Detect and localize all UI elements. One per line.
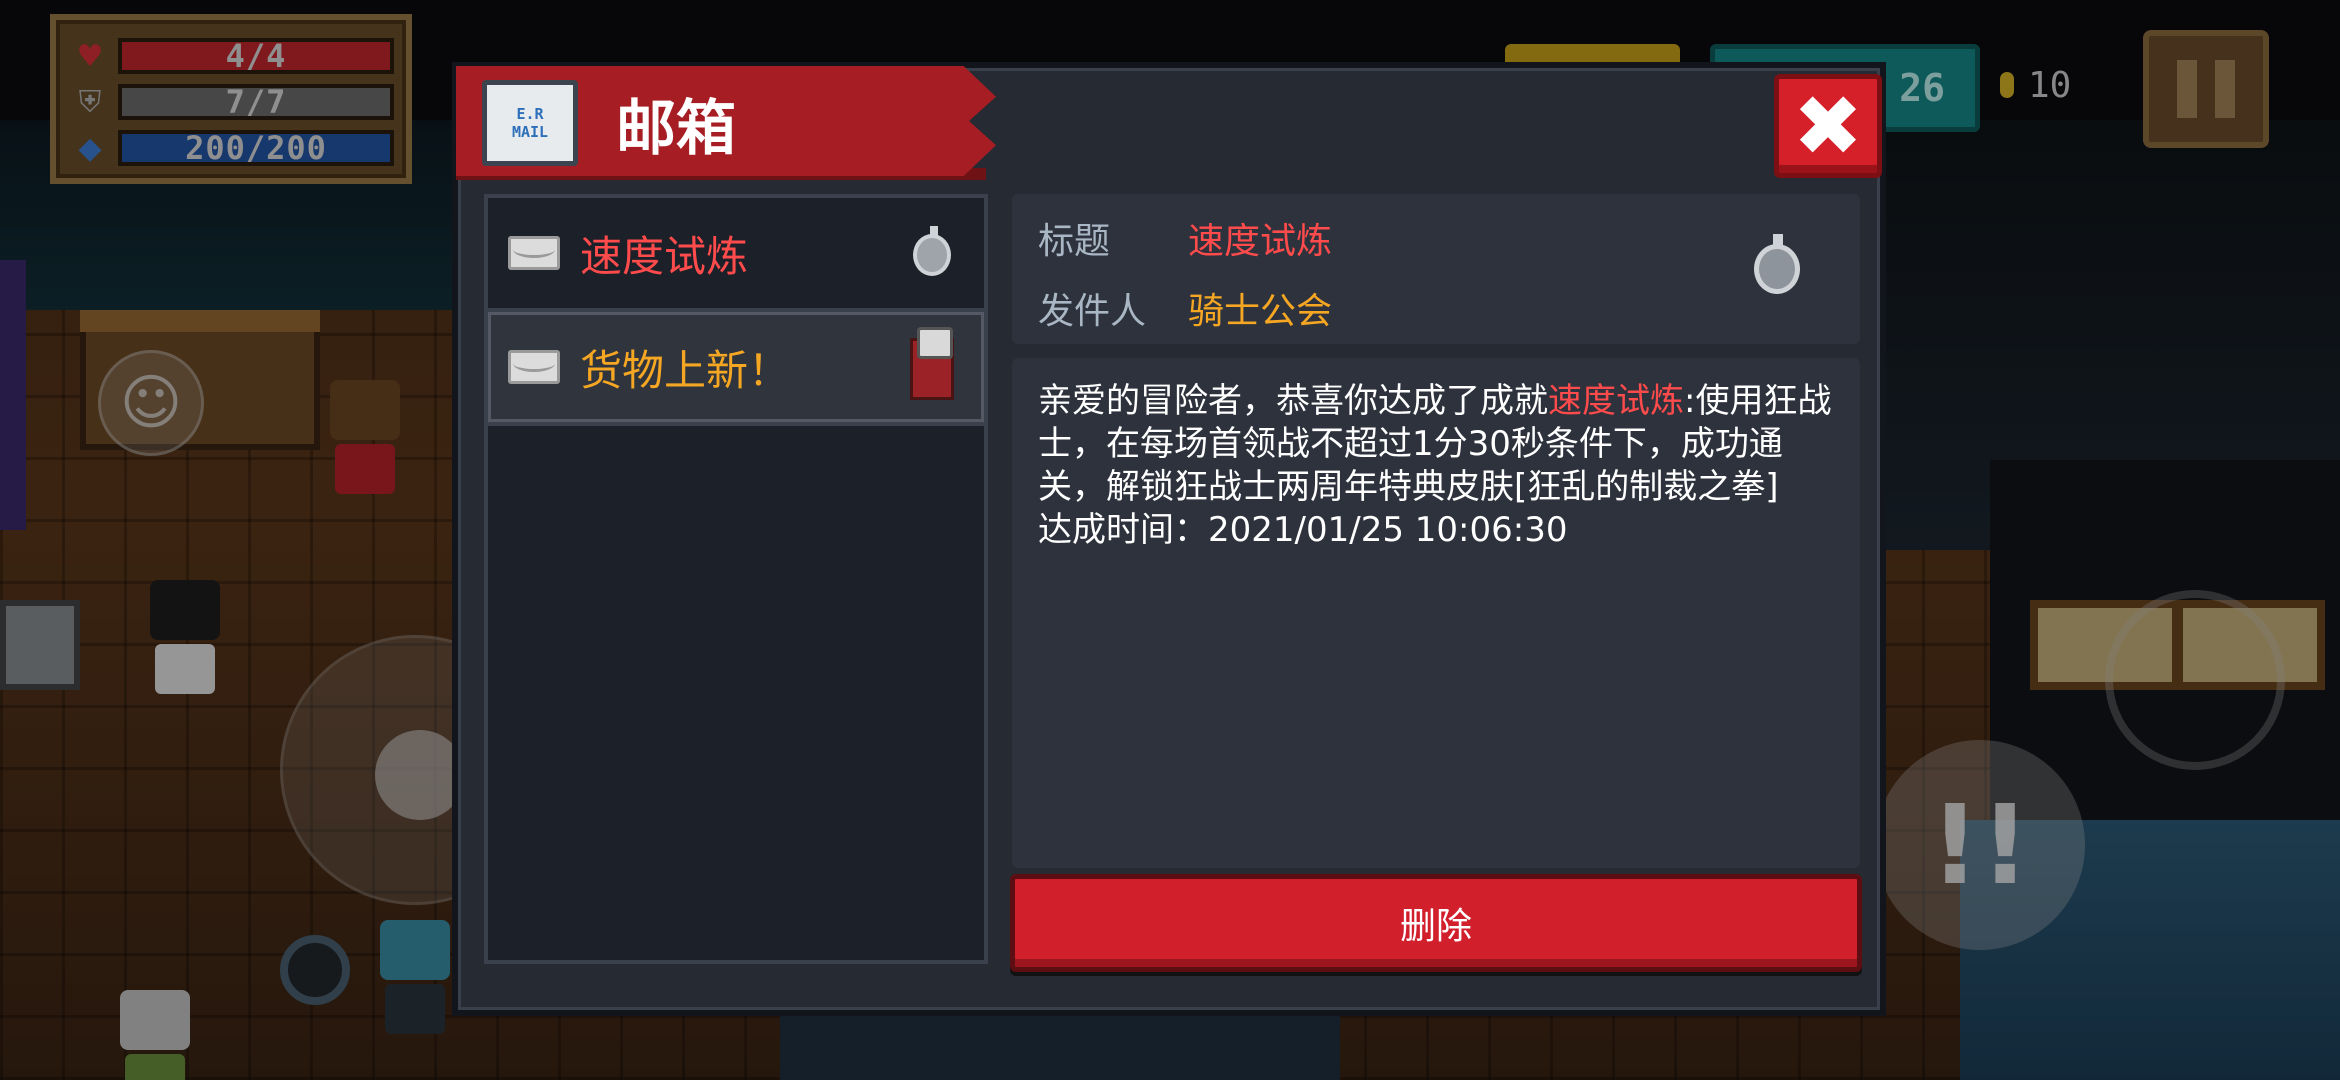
mail-item-thumb [902, 327, 962, 404]
opened-envelope-icon [508, 350, 560, 384]
mail-body-text: 亲爱的冒险者，恭喜你达成了成就 [1038, 381, 1548, 421]
delete-button[interactable]: 删除 [1010, 874, 1862, 972]
mail-icon-text: E.R [516, 105, 544, 123]
sender-value: 骑士公会 [1188, 291, 1333, 332]
mail-detail-header: 标题 速度试炼 发件人 骑士公会 [1012, 194, 1860, 344]
sender-label: 发件人 [1038, 291, 1147, 332]
achieved-time: 2021/01/25 10:06:30 [1208, 510, 1568, 550]
mailbox-dialog: E.R MAIL 邮箱 ✖ 速度试炼 货物上新！ 标题 速度试炼 发件人 骑士公… [452, 62, 1886, 1016]
close-button[interactable]: ✖ [1774, 74, 1882, 178]
subject-label: 标题 [1038, 221, 1111, 262]
mailbox-title: 邮箱 [616, 93, 736, 164]
mail-item-speed-trial[interactable]: 速度试炼 [488, 198, 984, 312]
mail-body: 亲爱的冒险者，恭喜你达成了成就速度试炼:使用狂战士，在每场首领战不超过1分30秒… [1012, 358, 1860, 868]
mail-item-title: 速度试炼 [580, 231, 749, 281]
mail-item-title: 货物上新！ [580, 345, 791, 395]
stopwatch-icon [913, 226, 951, 276]
mail-icon-text: MAIL [511, 123, 549, 141]
mail-item-new-goods[interactable]: 货物上新！ [488, 312, 984, 426]
subject-value: 速度试炼 [1188, 221, 1333, 262]
achieved-label: 达成时间： [1038, 510, 1208, 550]
mail-body-highlight: 速度试炼 [1548, 381, 1684, 421]
mail-list: 速度试炼 货物上新！ [484, 194, 988, 964]
mail-item-thumb [902, 220, 962, 290]
stopwatch-icon [1754, 234, 1800, 294]
envelope-mail-icon: E.R MAIL [482, 80, 578, 166]
cat-merchant-icon [910, 327, 954, 400]
opened-envelope-icon [508, 236, 560, 270]
